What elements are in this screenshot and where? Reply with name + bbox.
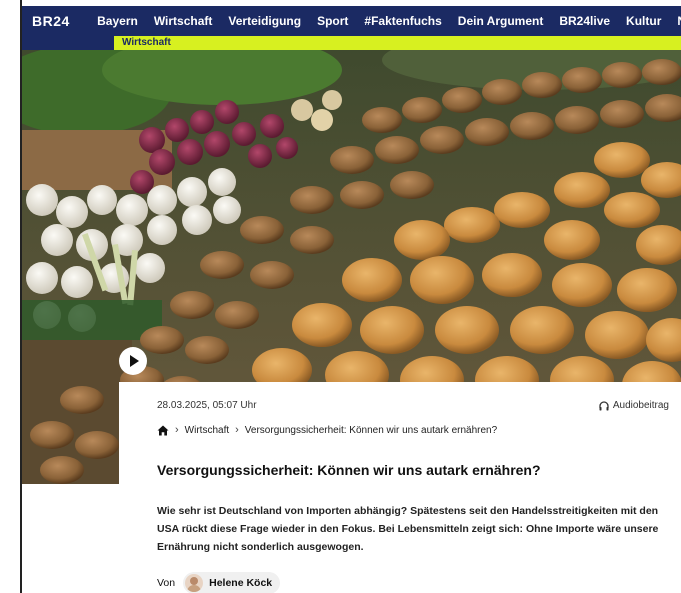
video-play-button[interactable] — [119, 347, 147, 375]
author-row: Von Helene Köck — [157, 572, 281, 593]
article-date: 28.03.2025, 05:07 Uhr — [157, 400, 257, 411]
site-header: BR24 Bayern Wirtschaft Verteidigung Spor… — [22, 6, 681, 36]
nav-item-dein-argument[interactable]: Dein Argument — [450, 6, 552, 36]
subnav-accent-bar — [114, 36, 681, 50]
main-nav: Bayern Wirtschaft Verteidigung Sport #Fa… — [89, 6, 681, 36]
avatar — [185, 574, 204, 592]
audio-link[interactable]: Audiobeitrag — [599, 400, 669, 411]
author-name: Helene Köck — [209, 577, 273, 589]
author-chip[interactable]: Helene Köck — [183, 572, 281, 593]
nav-item-wirtschaft[interactable]: Wirtschaft — [146, 6, 221, 36]
breadcrumb-section[interactable]: Wirtschaft — [185, 425, 229, 436]
article-meta: 28.03.2025, 05:07 Uhr Audiobeitrag — [157, 400, 669, 411]
home-icon[interactable] — [157, 425, 169, 436]
nav-item-netz[interactable]: Netz — [669, 6, 681, 36]
nav-item-faktenfuchs[interactable]: #Faktenfuchs — [356, 6, 449, 36]
article-teaser: Wie sehr ist Deutschland von Importen ab… — [157, 505, 659, 553]
page-frame: BR24 Bayern Wirtschaft Verteidigung Spor… — [0, 0, 681, 593]
br24-logo[interactable]: BR24 — [22, 6, 89, 36]
nav-item-bayern[interactable]: Bayern — [89, 6, 146, 36]
nav-item-sport[interactable]: Sport — [309, 6, 356, 36]
chevron-right-icon: › — [235, 424, 239, 436]
nav-item-verteidigung[interactable]: Verteidigung — [220, 6, 309, 36]
play-icon — [130, 355, 139, 367]
article-card: 28.03.2025, 05:07 Uhr Audiobeitrag › Wir… — [119, 382, 681, 593]
author-prefix: Von — [157, 577, 176, 589]
nav-item-br24live[interactable]: BR24live — [551, 6, 618, 36]
nav-item-kultur[interactable]: Kultur — [618, 6, 669, 36]
audio-label: Audiobeitrag — [612, 400, 669, 411]
breadcrumb: › Wirtschaft › Versorgungssicherheit: Kö… — [157, 424, 497, 436]
article-title: Versorgungssicherheit: Können wir uns au… — [157, 462, 541, 478]
headphone-icon — [599, 400, 609, 410]
chevron-right-icon: › — [175, 424, 179, 436]
sub-navigation: Wirtschaft — [22, 36, 681, 50]
subnav-section-wirtschaft[interactable]: Wirtschaft — [122, 36, 171, 50]
breadcrumb-current: Versorgungssicherheit: Können wir uns au… — [244, 424, 498, 436]
